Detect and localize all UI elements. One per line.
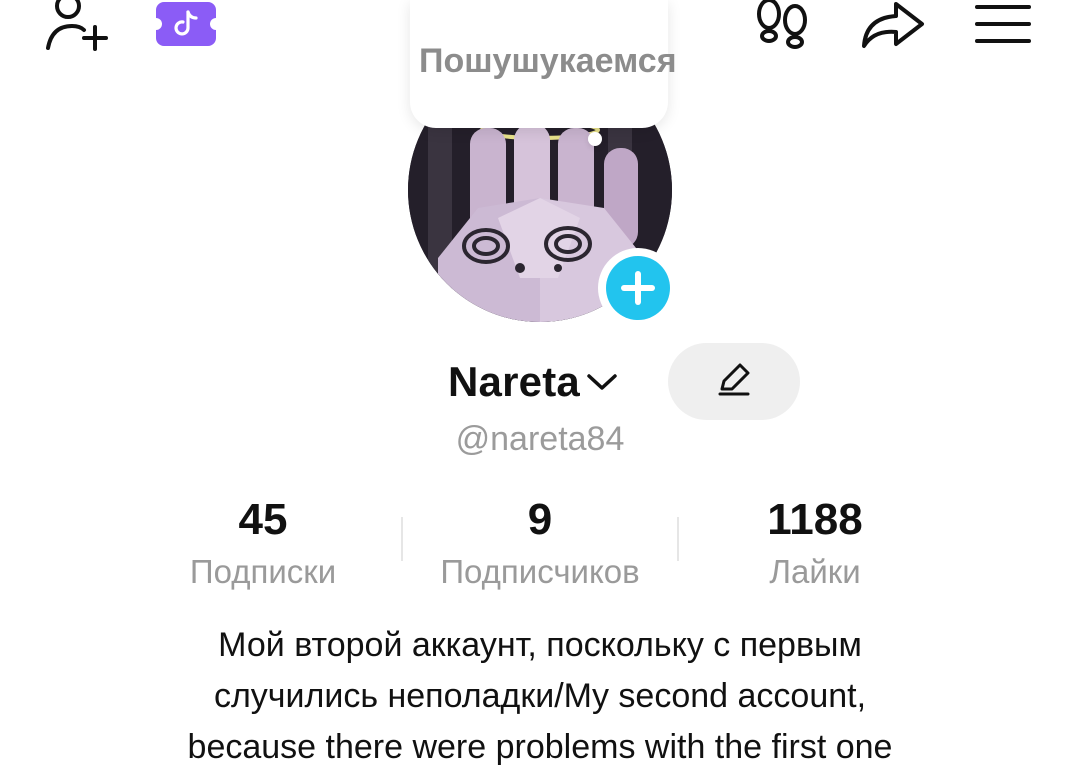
profile-name: Nareta (448, 358, 580, 405)
stat-label: Подписчиков (440, 553, 640, 590)
bubble-tail-dot (588, 132, 602, 146)
stat-followers[interactable]: 9 Подписчиков (406, 492, 674, 594)
stat-label: Лайки (769, 553, 861, 590)
stat-label: Подписки (189, 553, 337, 590)
stat-value: 9 (527, 495, 553, 544)
stat-value: 45 (238, 495, 288, 544)
edit-profile-button[interactable] (668, 343, 800, 420)
bio-line: случились неполадки/My second account, (213, 677, 867, 715)
add-friend-icon[interactable] (44, 0, 110, 52)
share-icon[interactable] (858, 0, 926, 52)
profile-handle: @nareta84 (455, 420, 625, 458)
stat-likes[interactable]: 1188 Лайки (700, 492, 930, 594)
status-bubble-text: Пошушукаемся (419, 42, 677, 80)
stat-following[interactable]: 45 Подписки (150, 492, 376, 594)
status-bubble[interactable]: Пошушукаемся (410, 0, 677, 128)
plus-icon (606, 256, 670, 320)
chevron-down-icon (586, 372, 618, 397)
tiktok-badge-icon[interactable] (156, 2, 216, 46)
bio-line: because there were problems with the fir… (187, 728, 893, 766)
account-switcher[interactable]: Nareta (448, 352, 618, 412)
pencil-icon (716, 361, 752, 402)
profile-bio: Мой второй аккаунт, поскольку с первым с… (80, 620, 1000, 773)
bio-line: Мой второй аккаунт, поскольку с первым (218, 626, 862, 664)
stat-divider (677, 517, 679, 561)
stat-value: 1188 (767, 495, 863, 544)
footprints-icon[interactable] (754, 0, 812, 50)
add-avatar-button[interactable] (598, 248, 678, 328)
stat-divider (401, 517, 403, 561)
menu-icon[interactable] (974, 4, 1032, 44)
